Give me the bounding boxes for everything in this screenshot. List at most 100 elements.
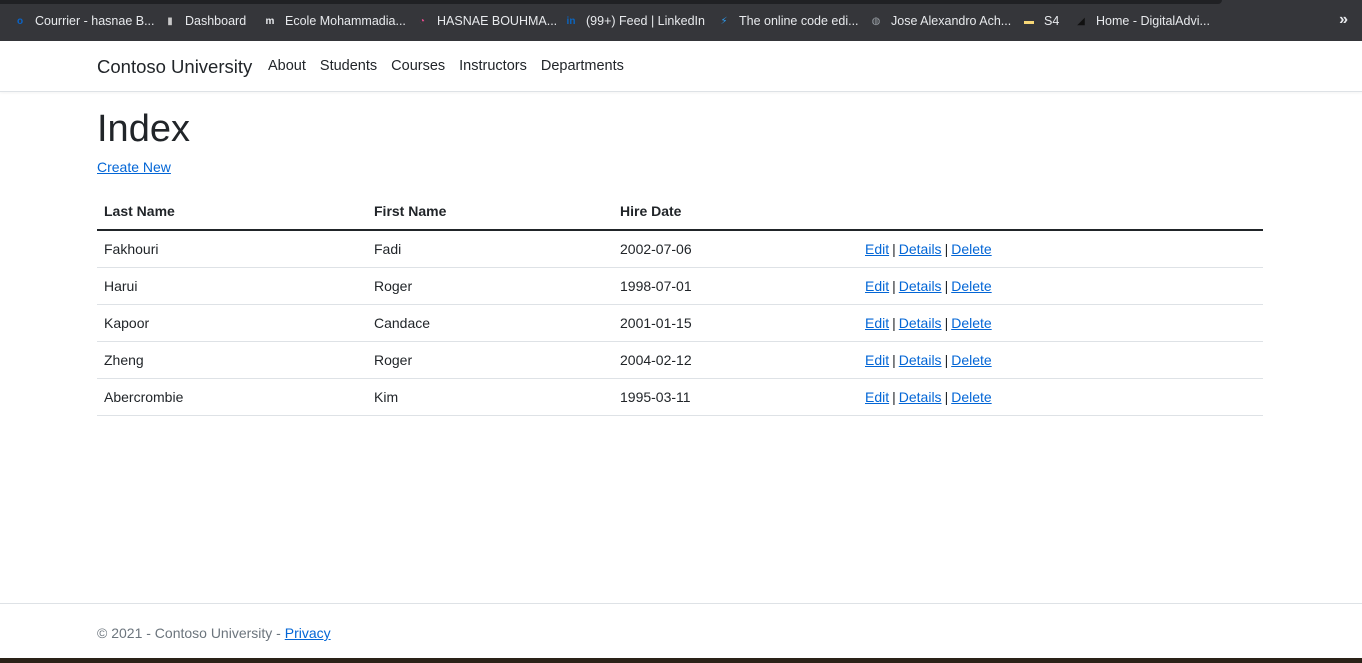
nav-link-students[interactable]: Students — [320, 58, 377, 74]
nav-link-departments[interactable]: Departments — [541, 58, 624, 74]
cell-hire-date: 1995-03-11 — [613, 378, 858, 416]
edit-link[interactable]: Edit — [865, 278, 889, 294]
cell-last-name: Fakhouri — [97, 230, 367, 268]
brand-link[interactable]: Contoso University — [97, 56, 252, 78]
details-link[interactable]: Details — [899, 315, 942, 331]
action-separator: | — [944, 240, 949, 257]
digitaladvisor-icon: ◢ — [1077, 15, 1085, 27]
column-header-first-name: First Name — [367, 193, 613, 231]
details-link[interactable]: Details — [899, 389, 942, 405]
edit-link[interactable]: Edit — [865, 315, 889, 331]
bookmark-label: HASNAE BOUHMA... — [437, 14, 558, 28]
cell-hire-date: 1998-07-01 — [613, 267, 858, 305]
table-row: Kapoor Candace 2001-01-15 Edit | Details | Dele… — [97, 304, 1263, 342]
footer-text: © 2021 - Contoso University - Privacy — [97, 625, 331, 641]
page-title: Index — [97, 108, 190, 150]
bookmark-item[interactable]: ◔ HASNAE BOUHMA... — [414, 11, 557, 31]
action-separator: | — [892, 240, 896, 257]
cell-hire-date: 2004-02-12 — [613, 341, 858, 379]
cell-actions: Edit | Details | Delete — [858, 378, 1263, 416]
action-separator: | — [892, 351, 896, 368]
lightning-icon: ⚡ — [720, 15, 728, 27]
cell-first-name: Candace — [367, 304, 613, 342]
bookmark-item[interactable]: ◢ Home - DigitalAdvi... — [1073, 11, 1210, 31]
delete-link[interactable]: Delete — [951, 278, 991, 294]
nav-link-about[interactable]: About — [268, 58, 306, 74]
edit-link[interactable]: Edit — [865, 352, 889, 368]
more-bookmarks-button[interactable]: » — [1339, 11, 1348, 29]
action-separator: | — [944, 351, 949, 368]
create-new-link[interactable]: Create New — [97, 159, 171, 175]
nav-links: About Students Courses Instructors Depar… — [268, 58, 638, 74]
delete-link[interactable]: Delete — [951, 352, 991, 368]
nav-link-courses[interactable]: Courses — [391, 58, 445, 74]
cell-first-name: Kim — [367, 378, 613, 416]
navbar: Contoso University About Students Course… — [0, 41, 1362, 92]
bookmark-item[interactable]: ▬ S4 — [1021, 11, 1059, 31]
column-header-last-name: Last Name — [97, 193, 367, 231]
cell-hire-date: 2001-01-15 — [613, 304, 858, 342]
details-link[interactable]: Details — [899, 278, 942, 294]
bookmark-item[interactable]: o Courrier - hasnae B... — [12, 11, 155, 31]
bookmark-item[interactable]: m Ecole Mohammadia... — [262, 11, 406, 31]
details-link[interactable]: Details — [899, 241, 942, 257]
bookmark-label: Courrier - hasnae B... — [35, 14, 155, 28]
bookmark-label: Dashboard — [185, 14, 247, 28]
cell-actions: Edit | Details | Delete — [858, 304, 1263, 342]
bookmark-item[interactable]: ▮ Dashboard — [162, 11, 246, 31]
desktop-background-strip — [0, 658, 1362, 663]
action-separator: | — [944, 388, 949, 405]
edit-link[interactable]: Edit — [865, 389, 889, 405]
cell-actions: Edit | Details | Delete — [858, 267, 1263, 305]
colorful-swirl-icon: ◔ — [418, 15, 426, 27]
bookmark-label: Jose Alexandro Ach... — [891, 14, 1012, 28]
dashboard-icon: ▮ — [167, 15, 173, 27]
details-link[interactable]: Details — [899, 352, 942, 368]
copyright-text: © 2021 - Contoso University - — [97, 625, 285, 641]
bookmark-item[interactable]: in (99+) Feed | LinkedIn — [563, 11, 705, 31]
bookmarks-bar: o Courrier - hasnae B... ▮ Dashboard m Ecole … — [0, 0, 1362, 41]
action-separator: | — [892, 277, 896, 294]
bookmark-item[interactable]: ◍ Jose Alexandro Ach... — [868, 11, 1012, 31]
delete-link[interactable]: Delete — [951, 241, 991, 257]
delete-link[interactable]: Delete — [951, 389, 991, 405]
cell-actions: Edit | Details | Delete — [858, 230, 1263, 268]
bookmark-label: The online code edi... — [739, 14, 859, 28]
table-row: Harui Roger 1998-07-01 Edit | Details | Delete — [97, 267, 1263, 305]
bookmark-label: (99+) Feed | LinkedIn — [586, 14, 705, 28]
outlook-icon: o — [16, 15, 24, 27]
delete-link[interactable]: Delete — [951, 315, 991, 331]
edit-link[interactable]: Edit — [865, 241, 889, 257]
action-separator: | — [892, 388, 896, 405]
column-header-hire-date: Hire Date — [613, 193, 858, 231]
cell-first-name: Roger — [367, 341, 613, 379]
cell-actions: Edit | Details | Delete — [858, 341, 1263, 379]
cell-first-name: Roger — [367, 267, 613, 305]
column-header-actions — [858, 193, 1263, 231]
cell-last-name: Zheng — [97, 341, 367, 379]
cell-hire-date: 2002-07-06 — [613, 230, 858, 268]
table-row: Abercrombie Kim 1995-03-11 Edit | Details | Del… — [97, 378, 1263, 416]
globe-icon: ◍ — [871, 15, 881, 27]
footer: © 2021 - Contoso University - Privacy — [0, 603, 1362, 658]
cell-last-name: Harui — [97, 267, 367, 305]
moodle-icon: m — [265, 15, 275, 27]
action-separator: | — [944, 314, 949, 331]
nav-link-instructors[interactable]: Instructors — [459, 58, 527, 74]
folder-icon: ▬ — [1024, 15, 1034, 27]
table-row: Fakhouri Fadi 2002-07-06 Edit | Details | Delet… — [97, 230, 1263, 268]
cell-first-name: Fadi — [367, 230, 613, 268]
cell-last-name: Abercrombie — [97, 378, 367, 416]
linkedin-icon: in — [566, 15, 576, 27]
bookmark-label: Ecole Mohammadia... — [285, 14, 406, 28]
instructors-table: Last Name First Name Hire Date Fakhouri F… — [97, 193, 1263, 416]
privacy-link[interactable]: Privacy — [285, 625, 331, 641]
bookmark-item[interactable]: ⚡ The online code edi... — [716, 11, 859, 31]
bookmark-label: Home - DigitalAdvi... — [1096, 14, 1210, 28]
table-header-row: Last Name First Name Hire Date — [97, 193, 1263, 231]
tabstrip-edge — [0, 0, 1222, 4]
cell-last-name: Kapoor — [97, 304, 367, 342]
table-row: Zheng Roger 2004-02-12 Edit | Details | Delete — [97, 341, 1263, 379]
action-separator: | — [944, 277, 949, 294]
bookmark-label: S4 — [1044, 14, 1060, 28]
